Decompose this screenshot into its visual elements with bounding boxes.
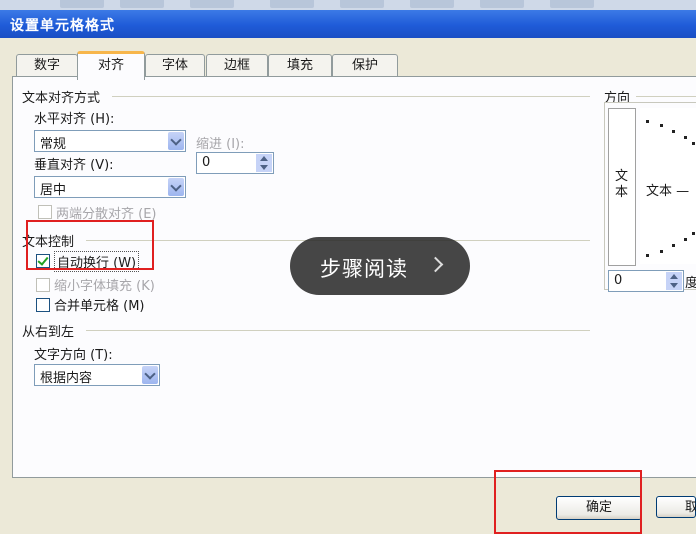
dialog-title: 设置单元格格式 (10, 18, 115, 34)
vertical-align-label: 垂直对齐 (V): (34, 158, 114, 173)
merge-cells-label: 合并单元格 (M) (54, 299, 145, 314)
background-tab (270, 0, 314, 8)
shrink-to-fit-label: 缩小字体填充 (K) (54, 279, 155, 294)
text-direction-select[interactable]: 根据内容 (34, 364, 160, 386)
horizontal-align-value: 常规 (40, 137, 67, 152)
background-window-strip (0, 0, 696, 10)
background-tab (120, 0, 164, 8)
tab-label: 对齐 (97, 58, 124, 73)
spin-up-icon (670, 274, 678, 279)
spin-down-icon (260, 165, 268, 170)
dial-dot (660, 124, 663, 127)
rtl-section-title: 从右到左 (22, 325, 75, 340)
tab-alignment[interactable]: 对齐 (77, 51, 145, 80)
background-tab (190, 0, 234, 8)
chevron-down-icon (144, 368, 156, 380)
vertical-align-select[interactable]: 居中 (34, 176, 186, 198)
degrees-unit-label: 度 (685, 276, 696, 291)
indent-value: 0 (202, 155, 211, 170)
dropdown-button[interactable] (168, 178, 184, 196)
background-tab (60, 0, 104, 8)
background-tab (410, 0, 454, 8)
dial-dot (684, 238, 687, 241)
text-direction-value: 根据内容 (40, 371, 93, 386)
dial-dot (692, 142, 695, 145)
cancel-button[interactable]: 取 (656, 496, 696, 518)
horizontal-align-label: 水平对齐 (H): (34, 112, 115, 127)
dial-dot (646, 120, 649, 123)
dial-dot (672, 244, 675, 247)
text-direction-label: 文字方向 (T): (34, 348, 113, 363)
step-reading-overlay[interactable]: 步骤阅读 (290, 237, 470, 295)
spin-up-icon (260, 156, 268, 161)
highlight-box-ok (494, 470, 642, 534)
tab-label: 数字 (33, 58, 60, 73)
tab-label: 填充 (286, 58, 313, 73)
tab-label: 字体 (161, 58, 188, 73)
section-divider (112, 96, 590, 97)
spinner-buttons[interactable] (256, 154, 272, 172)
text-alignment-section-title: 文本对齐方式 (22, 91, 101, 106)
dial-dot (660, 250, 663, 253)
tab-label: 保护 (351, 58, 378, 73)
shrink-to-fit-checkbox[interactable] (36, 278, 50, 292)
dropdown-button[interactable] (142, 366, 158, 384)
dropdown-button[interactable] (168, 132, 184, 150)
background-tab (550, 0, 594, 8)
spinner-buttons[interactable] (666, 272, 682, 290)
tab-number[interactable]: 数字 (16, 54, 78, 77)
dial-dot (646, 254, 649, 257)
cancel-button-label: 取 (685, 500, 696, 515)
vertical-text-label: 文本 (615, 169, 629, 200)
degrees-spinner[interactable]: 0 (608, 270, 684, 292)
background-tab (480, 0, 524, 8)
section-divider (86, 330, 590, 331)
dial-dot (692, 232, 695, 235)
step-reading-label: 步骤阅读 (320, 257, 408, 281)
highlight-box-wrap-text (26, 220, 154, 270)
degrees-value: 0 (614, 273, 623, 288)
tab-border[interactable]: 边框 (206, 54, 268, 77)
section-divider (636, 96, 696, 97)
tab-fill[interactable]: 填充 (268, 54, 332, 77)
indent-label: 缩进 (I): (196, 137, 245, 152)
vertical-text-toggle[interactable]: 文本 (608, 108, 636, 266)
justify-distributed-checkbox[interactable] (38, 205, 52, 219)
orientation-dial[interactable]: 文本 — (640, 108, 696, 264)
chevron-right-icon (427, 256, 444, 273)
background-tab (340, 0, 384, 8)
dial-text: 文本 — (646, 184, 690, 199)
dial-dot (672, 130, 675, 133)
dial-dot (684, 136, 687, 139)
chevron-down-icon (170, 180, 182, 192)
vertical-align-value: 居中 (40, 183, 67, 198)
tab-protection[interactable]: 保护 (332, 54, 398, 77)
tab-label: 边框 (223, 58, 250, 73)
horizontal-align-select[interactable]: 常规 (34, 130, 186, 152)
merge-cells-checkbox[interactable] (36, 298, 50, 312)
indent-spinner[interactable]: 0 (196, 152, 274, 174)
dialog-title-bar[interactable]: 设置单元格格式 (0, 10, 696, 38)
spin-down-icon (670, 283, 678, 288)
chevron-down-icon (170, 134, 182, 146)
tab-font[interactable]: 字体 (145, 54, 205, 77)
